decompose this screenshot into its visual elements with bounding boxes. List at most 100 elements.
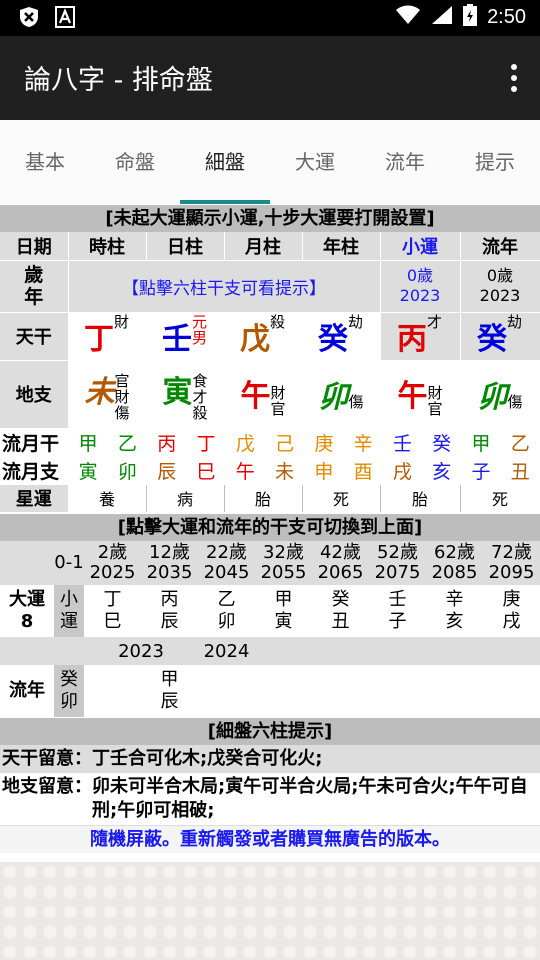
label-xingyun: 星運 [0,484,69,513]
dayun-age: 12歲 [149,542,190,563]
overflow-menu-icon[interactable] [508,64,520,94]
month-branch[interactable]: 未 [265,457,304,485]
dayun-cell[interactable]: 乙卯 [198,585,255,637]
hidden-stem-god: 財 [427,384,443,402]
signal-icon [431,5,453,29]
month-branch[interactable]: 卯 [108,457,147,485]
header-date: 日期 [0,232,69,261]
stem-cell[interactable]: 癸劫 [460,312,540,361]
month-branch[interactable]: 午 [226,457,265,485]
header-hour: 時柱 [68,232,147,261]
dayun-cell[interactable]: 壬子 [369,585,426,637]
month-stem[interactable]: 辛 [343,429,382,457]
liunian-cell[interactable]: 甲辰 [141,665,198,717]
tab-dayun[interactable]: 大運 [270,120,360,204]
dayun-cell[interactable]: 癸丑 [312,585,369,637]
month-stem[interactable]: 癸 [422,429,461,457]
month-branch[interactable]: 寅 [69,457,108,485]
month-stem[interactable]: 甲 [69,429,108,457]
tab-basic[interactable]: 基本 [0,120,90,204]
ad-banner[interactable]: 隨機屏蔽。重新觸發或者購買無廣告的版本。 [0,825,540,853]
branch-cell[interactable]: 卯傷 [460,360,540,429]
stem-row: 天干 丁財 壬元男 戊殺 癸劫 丙才 癸劫 [0,312,540,361]
liunian-age: 0歲 2023 [460,260,540,313]
stem-cell[interactable]: 癸劫 [302,312,381,361]
dayun-cell[interactable]: 丁巳 [84,585,141,637]
dayun-cell[interactable]: 丙辰 [141,585,198,637]
dayun-age: 42歲 [320,542,361,563]
dayun-stem: 丙 [160,589,179,610]
notice-mid: [點擊大運和流年的干支可切換到上面] [0,513,540,541]
label-dizhi: 地支 [0,360,69,429]
branch-cell[interactable]: 午財官 [224,360,303,429]
branch-cell[interactable]: 卯傷 [302,360,381,429]
detail-content: [未起大運顯示小運,十步大運要打開設置] 日期 時柱 日柱 月柱 年柱 小運 流… [0,204,540,853]
month-branch[interactable]: 丑 [501,457,540,485]
tab-hints[interactable]: 提示 [450,120,540,204]
xingyun-cell: 胎 [380,484,461,513]
liunian-age-text: 0歲 [486,266,514,285]
month-branch[interactable]: 申 [304,457,343,485]
branch-cell[interactable]: 寅食才殺 [146,360,225,429]
notice-tip: [細盤六柱提示] [0,717,540,745]
tab-chart[interactable]: 命盤 [90,120,180,204]
dayun-age: 52歲 [377,542,418,563]
dayun-label-cell: 大運 8 [0,585,54,637]
stem-cell[interactable]: 戊殺 [224,312,303,361]
dayun-age: 32歲 [263,542,304,563]
month-branch[interactable]: 子 [461,457,500,485]
stem-god: 元男 [192,313,208,347]
dayun-branch: 運 [60,611,78,632]
dayun-year: 2045 [203,562,250,583]
month-stem[interactable]: 庚 [304,429,343,457]
month-branch[interactable]: 亥 [422,457,461,485]
dayun-year: 2085 [431,562,478,583]
label-age-year-text: 歲年 [24,264,44,308]
tab-liunian[interactable]: 流年 [360,120,450,204]
month-stem[interactable]: 己 [265,429,304,457]
month-stem[interactable]: 壬 [383,429,422,457]
liunian-cell[interactable]: 癸卯 [54,665,84,717]
header-year: 年柱 [302,232,381,261]
branch-cell[interactable]: 未官財傷 [68,360,147,429]
xingyun-cell: 養 [68,484,147,513]
tip-dizhi-text: 卯未可半合木局;寅午可半合火局;午未可合火;午午可自刑;午卯可相破; [92,776,528,821]
month-stem[interactable]: 丙 [147,429,186,457]
month-stem[interactable]: 乙 [108,429,147,457]
header-day: 日柱 [146,232,225,261]
label-tiangan: 天干 [0,312,69,361]
dayun-cell[interactable]: 甲寅 [255,585,312,637]
month-branch[interactable]: 酉 [343,457,382,485]
dayun-stem: 乙 [217,589,236,610]
month-branch[interactable]: 巳 [186,457,225,485]
stem-char: 癸 [318,322,348,357]
stem-char: 戊 [240,322,270,357]
liunian-filler [198,665,540,717]
dayun-branch: 亥 [445,611,464,632]
liunian-gap [84,665,141,717]
liunian-year-filler [255,637,540,665]
month-branch[interactable]: 戌 [383,457,422,485]
header-xiaoyun: 小運 [380,232,461,261]
stem-char: 癸 [477,322,507,357]
dayun-cell[interactable]: 庚戌 [483,585,540,637]
stem-cell[interactable]: 壬元男 [146,312,225,361]
month-stem[interactable]: 乙 [501,429,540,457]
dayun-cell[interactable]: 辛亥 [426,585,483,637]
dayun-cell[interactable]: 小運 [54,585,84,637]
month-branch[interactable]: 辰 [147,457,186,485]
month-stem[interactable]: 丁 [186,429,225,457]
hidden-stem-god: 傷 [507,393,523,411]
stem-cell[interactable]: 丙才 [380,312,461,361]
month-stem[interactable]: 甲 [461,429,500,457]
dayun-year: 2055 [260,562,307,583]
stem-cell[interactable]: 丁財 [68,312,147,361]
dayun-head-cell: 0-1 [54,541,84,585]
hint-click-pillars[interactable]: 【點擊六柱干支可看提示】 [68,260,381,313]
branch-cell[interactable]: 午財官 [380,360,461,429]
month-stem[interactable]: 戊 [226,429,265,457]
liunian-branch: 卯 [60,691,78,712]
dayun-age: 22歲 [206,542,247,563]
xiaoyun-age: 0歲 2023 [380,260,461,313]
tab-detail[interactable]: 細盤 [180,120,270,204]
